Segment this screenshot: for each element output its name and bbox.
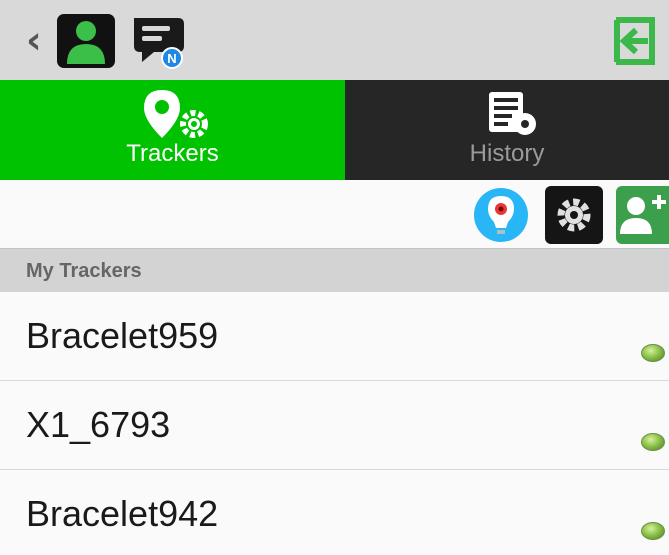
map-pin-gear-icon [144, 90, 208, 138]
tracker-list: Bracelet959 X1_6793 Bracelet942 [0, 292, 669, 555]
tab-history[interactable]: History [345, 80, 669, 180]
user-avatar-icon [67, 21, 105, 64]
document-gear-icon [489, 92, 536, 135]
chevron-left-icon[interactable]: ‹ [26, 18, 50, 62]
section-header: My Trackers [0, 248, 669, 292]
location-bulb-button[interactable] [472, 186, 530, 244]
status-indicator-icon [641, 433, 665, 451]
add-user-button[interactable] [616, 186, 669, 244]
messages-badge: N [167, 51, 176, 66]
tab-history-label: History [469, 140, 545, 167]
exit-button[interactable] [610, 16, 660, 66]
tracker-row[interactable]: Bracelet942 [0, 470, 669, 555]
tracker-name: X1_6793 [26, 404, 171, 445]
top-bar: ‹ N [0, 0, 669, 80]
tab-trackers-label: Trackers [126, 140, 219, 167]
status-indicator-icon [641, 522, 665, 540]
gear-icon [557, 198, 591, 232]
action-toolbar [0, 180, 669, 248]
tracker-name: Bracelet959 [26, 315, 219, 356]
tracker-name: Bracelet942 [26, 493, 219, 534]
location-bulb-icon [474, 188, 528, 242]
status-indicator-icon [641, 344, 665, 362]
user-avatar-button[interactable] [57, 14, 115, 68]
exit-door-icon [614, 17, 655, 65]
tab-trackers[interactable]: Trackers [0, 80, 345, 180]
add-user-icon [620, 195, 666, 234]
tab-bar: Trackers History [0, 80, 669, 180]
tracker-row[interactable]: X1_6793 [0, 381, 669, 470]
section-title: My Trackers [26, 260, 142, 282]
tracker-row[interactable]: Bracelet959 [0, 292, 669, 381]
messages-button[interactable]: N [128, 12, 190, 70]
chat-bubble-icon: N [134, 18, 184, 69]
settings-button[interactable] [545, 186, 603, 244]
